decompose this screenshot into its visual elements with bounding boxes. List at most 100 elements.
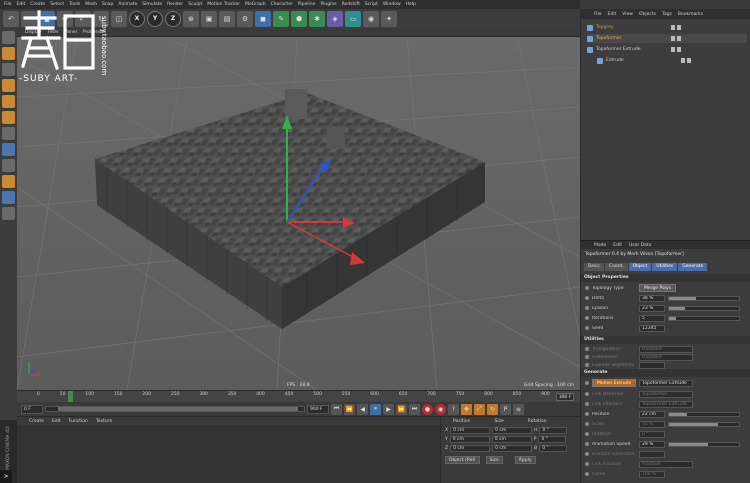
render-settings-icon[interactable]: ⚙ <box>237 10 253 27</box>
texture-mode-icon[interactable] <box>2 63 15 76</box>
parameter-value-field[interactable]: 0 ° <box>639 430 665 438</box>
next-frame-icon[interactable]: ▶ <box>383 403 394 415</box>
material-menu-edit[interactable]: Edit <box>52 419 61 424</box>
parameter-value-field[interactable]: 5 <box>639 314 665 322</box>
coord-position-field[interactable]: 0 cm <box>449 436 490 443</box>
menu-item-tools[interactable]: Tools <box>69 2 80 7</box>
pen-spline-icon[interactable]: ✎ <box>273 10 289 27</box>
apply-button[interactable]: Apply <box>514 455 536 464</box>
animation-dot-icon[interactable] <box>585 347 589 351</box>
points-mode-icon[interactable] <box>2 79 15 92</box>
edges-mode-icon[interactable] <box>2 95 15 108</box>
tab-object[interactable]: Object <box>628 263 652 271</box>
material-menu-create[interactable]: Create <box>29 419 44 424</box>
parameter-value-field[interactable] <box>639 361 665 369</box>
make-editable-icon[interactable] <box>2 31 15 44</box>
coordinate-mode-select[interactable]: Object (Rel) <box>445 455 480 464</box>
object-menu-bookmarks[interactable]: Bookmarks <box>678 12 703 17</box>
menu-item-sculpt[interactable]: Sculpt <box>188 2 202 7</box>
menu-item-select[interactable]: Select <box>50 2 64 7</box>
array-icon[interactable]: ✱ <box>309 10 325 27</box>
object-list-item[interactable]: Topoformer Extrude <box>587 45 747 54</box>
go-to-end-icon[interactable]: ⏭ <box>409 403 420 415</box>
parameter-value-field[interactable]: Fracture <box>639 460 693 468</box>
solo-icon[interactable] <box>2 191 15 204</box>
axis-y-lock-button[interactable]: Y <box>147 10 163 27</box>
undo-icon[interactable]: ↶ <box>3 10 19 27</box>
animation-dot-icon[interactable] <box>585 296 589 300</box>
menu-item-plugins[interactable]: Plugins <box>320 2 336 7</box>
keyframe-selection-icon[interactable]: ? <box>448 403 459 415</box>
parameter-value-field[interactable]: 100 % <box>639 470 665 478</box>
animation-dot-icon[interactable] <box>585 316 589 320</box>
material-manager-area[interactable] <box>17 425 440 483</box>
tab-basic[interactable]: Basic <box>584 263 604 271</box>
next-key-icon[interactable]: ⏩ <box>396 403 407 415</box>
coord-size-field[interactable]: 0 cm <box>492 445 533 452</box>
animation-dot-icon[interactable] <box>585 381 589 385</box>
coord-rotation-field[interactable]: 0 ° <box>539 445 568 452</box>
parameter-value-field[interactable]: Topoformer <box>639 390 693 398</box>
record-icon[interactable]: ● <box>422 403 433 415</box>
visibility-toggle-icon[interactable] <box>671 46 683 53</box>
coord-position-field[interactable]: 0 cm <box>450 445 491 452</box>
menu-item-redshift[interactable]: Redshift <box>342 2 360 7</box>
motion-extrude-link[interactable]: Topoformer Extrude <box>639 379 694 387</box>
visibility-toggle-icon[interactable] <box>671 35 683 42</box>
attribute-menu-user-data[interactable]: User Data <box>629 243 651 248</box>
coord-size-field[interactable]: 0 cm <box>491 436 532 443</box>
model-mode-icon[interactable] <box>2 47 15 60</box>
menu-item-window[interactable]: Window <box>383 2 401 7</box>
lock-workplane-icon[interactable] <box>2 207 15 220</box>
visibility-toggle-icon[interactable] <box>681 57 693 64</box>
animation-dot-icon[interactable] <box>585 412 589 416</box>
parameter-value-field[interactable]: 12345 <box>639 324 665 332</box>
timeline-menu-icon[interactable]: ≡ <box>513 403 524 415</box>
sculpt-icon[interactable] <box>2 175 15 188</box>
parameter-slider[interactable] <box>668 421 740 427</box>
menu-item-file[interactable]: File <box>4 2 12 7</box>
position-key-icon[interactable]: ✥ <box>461 403 472 415</box>
render-picture-viewer-icon[interactable]: ▤ <box>219 10 235 27</box>
expand-arrow-icon[interactable]: > <box>0 470 12 483</box>
menu-item-create[interactable]: Create <box>30 2 45 7</box>
animation-dot-icon[interactable] <box>585 462 589 466</box>
animation-dot-icon[interactable] <box>585 392 589 396</box>
object-menu-tags[interactable]: Tags <box>662 12 672 17</box>
tab-coord[interactable]: Coord. <box>604 263 628 271</box>
parameter-slider[interactable] <box>668 411 740 417</box>
object-list-item[interactable]: Topgrey <box>587 23 747 32</box>
menu-item-animate[interactable]: Animate <box>118 2 137 7</box>
parameter-key-icon[interactable]: P <box>500 403 511 415</box>
parameter-value-field[interactable]: 72 % <box>639 420 665 428</box>
parameter-value-field[interactable]: 22 cm <box>639 410 665 418</box>
visibility-toggle-icon[interactable] <box>671 24 683 31</box>
parameter-slider[interactable] <box>668 441 740 447</box>
material-menu-function[interactable]: Function <box>69 419 88 424</box>
parameter-value-field[interactable]: Topoformer Extrude <box>639 400 693 408</box>
floor-icon[interactable]: ▭ <box>345 10 361 27</box>
parameter-slider[interactable] <box>668 315 740 321</box>
attribute-menu-mode[interactable]: Mode <box>594 243 606 248</box>
light-icon[interactable]: ✦ <box>381 10 397 27</box>
parameter-slider[interactable] <box>668 305 740 311</box>
attribute-menu-edit[interactable]: Edit <box>613 243 622 248</box>
parameter-slider[interactable] <box>668 295 740 301</box>
object-list-item[interactable]: Extrude <box>597 56 750 65</box>
workplane-icon[interactable] <box>2 159 15 172</box>
go-to-start-icon[interactable]: ⏮ <box>331 403 342 415</box>
animation-dot-icon[interactable] <box>585 355 589 359</box>
polygons-mode-icon[interactable] <box>2 111 15 124</box>
scale-key-icon[interactable]: ⤢ <box>474 403 485 415</box>
play-icon[interactable]: ⏸ <box>370 403 381 415</box>
axis-mode-icon[interactable] <box>2 127 15 140</box>
parameter-value-field[interactable]: 38 % <box>639 294 665 302</box>
timeline-ruler[interactable]: 0 50 100 150 200 250 300 350 400 450 500 550 600 650 7… <box>17 390 580 402</box>
cube-object-icon[interactable]: ◼ <box>255 10 271 27</box>
deformer-icon[interactable]: ◈ <box>327 10 343 27</box>
end-frame-field[interactable]: 900 F <box>307 404 329 414</box>
menu-item-pipeline[interactable]: Pipeline <box>298 2 316 7</box>
object-menu-view[interactable]: View <box>622 12 633 17</box>
menu-item-mograph[interactable]: MoGraph <box>245 2 265 7</box>
preview-range-slider[interactable] <box>45 406 305 412</box>
